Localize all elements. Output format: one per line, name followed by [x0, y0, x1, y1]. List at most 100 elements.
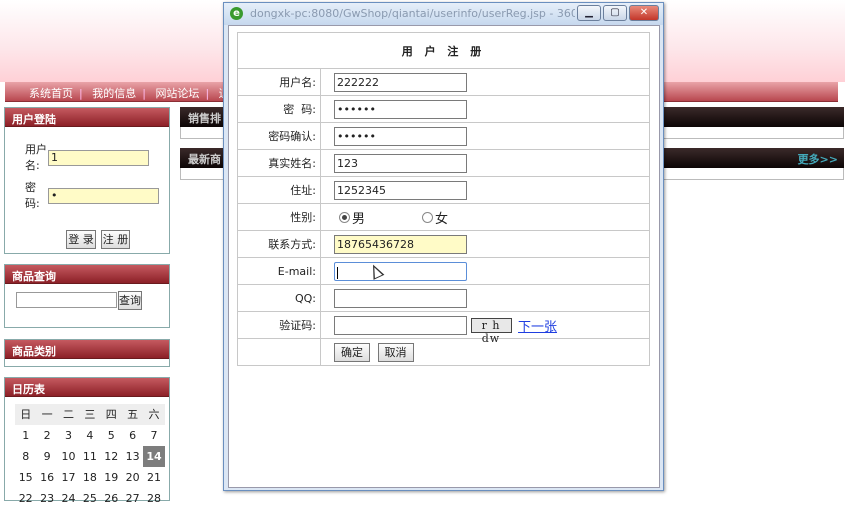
login-panel: 用户登陆 用户名: 1 密码: • 登 录 注 册: [4, 107, 170, 254]
nav-separator: |: [79, 87, 83, 100]
calendar-weekday: 三: [79, 404, 101, 425]
calendar-day[interactable]: 5: [101, 425, 122, 446]
calendar-day[interactable]: 26: [101, 488, 122, 509]
minimize-button[interactable]: ▁: [577, 5, 601, 21]
calendar-panel: 日历表 日一二三四五六 1 2 3 4 5 6 7 8 9 10 11 12 13 14 15 16 17 18 19…: [4, 377, 170, 505]
calendar-day[interactable]: 25: [79, 488, 100, 509]
popup-title: dongxk-pc:8080/GwShop/qiantai/userinfo/u…: [250, 7, 575, 20]
qq-label: QQ:: [237, 284, 321, 312]
realname-input[interactable]: 123: [334, 153, 467, 173]
calendar-weekday: 四: [100, 404, 122, 425]
register-popup-window: e dongxk-pc:8080/GwShop/qiantai/userinfo…: [223, 2, 664, 491]
sales-ranking-title: 销售排: [188, 112, 221, 125]
realname-label: 真实姓名:: [237, 149, 321, 177]
qq-input[interactable]: [334, 288, 467, 308]
category-panel-title: 商品类别: [5, 340, 169, 359]
register-form: 用 户 注 册 用户名: 222222 密 码: •••••• 密码确认: ••…: [237, 32, 650, 366]
calendar-day[interactable]: 20: [122, 467, 143, 488]
calendar-day[interactable]: 27: [122, 488, 143, 509]
calendar-day[interactable]: 11: [79, 446, 100, 467]
calendar-day[interactable]: 2: [36, 425, 57, 446]
popup-titlebar[interactable]: e dongxk-pc:8080/GwShop/qiantai/userinfo…: [224, 3, 663, 25]
login-panel-title: 用户登陆: [5, 108, 169, 127]
calendar-day-today[interactable]: 14: [143, 446, 165, 467]
address-label: 住址:: [237, 176, 321, 204]
email-label: E-mail:: [237, 257, 321, 285]
captcha-label: 验证码:: [237, 311, 321, 339]
calendar-day[interactable]: 19: [101, 467, 122, 488]
nav-home[interactable]: 系统首页: [29, 87, 73, 100]
search-panel: 商品查询 查询: [4, 264, 170, 328]
calendar-week-row: 8 9 10 11 12 13 14: [15, 446, 165, 467]
calendar-weekday: 六: [143, 404, 165, 425]
calendar-day[interactable]: 22: [15, 488, 36, 509]
search-panel-title: 商品查询: [5, 265, 169, 284]
calendar-day[interactable]: 23: [36, 488, 57, 509]
calendar-day[interactable]: 8: [15, 446, 36, 467]
username-label: 用户名:: [237, 68, 321, 96]
login-password-input[interactable]: •: [48, 188, 159, 204]
calendar-day[interactable]: 3: [58, 425, 79, 446]
register-button[interactable]: 注 册: [101, 230, 130, 249]
close-button[interactable]: ✕: [629, 5, 659, 21]
maximize-button[interactable]: ▢: [603, 5, 627, 21]
calendar-grid: 日一二三四五六 1 2 3 4 5 6 7 8 9 10 11 12 13 14 15 16 17 18 19 20 21…: [15, 404, 165, 509]
calendar-day[interactable]: 6: [122, 425, 143, 446]
calendar-day[interactable]: 15: [15, 467, 36, 488]
gender-male-label: 男: [352, 211, 366, 227]
nav-forum[interactable]: 网站论坛: [155, 87, 199, 100]
calendar-week-row: 15 16 17 18 19 20 21: [15, 467, 165, 488]
phone-label: 联系方式:: [237, 230, 321, 258]
calendar-day[interactable]: 9: [36, 446, 57, 467]
newest-products-title: 最新商: [188, 153, 221, 166]
password-confirm-input[interactable]: ••••••: [334, 126, 467, 146]
product-search-input[interactable]: [16, 292, 117, 308]
password-confirm-label: 密码确认:: [237, 122, 321, 150]
calendar-day[interactable]: 17: [58, 467, 79, 488]
login-username-label: 用户名:: [25, 143, 47, 172]
login-button[interactable]: 登 录: [66, 230, 96, 249]
phone-input[interactable]: 18765436728: [334, 234, 467, 254]
calendar-day[interactable]: 4: [79, 425, 100, 446]
captcha-image[interactable]: r h dw: [470, 317, 512, 345]
login-username-input[interactable]: 1: [48, 150, 149, 166]
calendar-weekday: 日: [15, 404, 37, 425]
gender-female-radio[interactable]: [422, 211, 434, 223]
password-input[interactable]: ••••••: [334, 99, 467, 119]
calendar-day[interactable]: 12: [101, 446, 122, 467]
gender-male-radio[interactable]: [339, 211, 350, 223]
captcha-refresh-link[interactable]: 下一张: [518, 320, 557, 335]
address-input[interactable]: 1252345: [334, 180, 467, 200]
calendar-day[interactable]: 16: [36, 467, 57, 488]
more-link[interactable]: 更多>>: [798, 151, 838, 167]
calendar-weekday: 五: [121, 404, 144, 425]
calendar-day[interactable]: 7: [143, 425, 164, 446]
product-search-button[interactable]: 查询: [118, 291, 142, 310]
captcha-input[interactable]: [334, 315, 467, 335]
text-caret: [337, 266, 338, 279]
submit-button[interactable]: 确定: [334, 342, 370, 362]
calendar-day[interactable]: 28: [143, 488, 164, 509]
gender-female-label: 女: [435, 211, 449, 227]
calendar-week-row: 22 23 24 25 26 27 28: [15, 488, 165, 509]
nav-separator: |: [205, 87, 210, 100]
calendar-day[interactable]: 18: [79, 467, 100, 488]
calendar-day[interactable]: 21: [143, 467, 164, 488]
form-title: 用 户 注 册: [237, 32, 650, 69]
calendar-day[interactable]: 10: [58, 446, 79, 467]
cancel-button[interactable]: 取消: [377, 342, 414, 362]
email-input[interactable]: [334, 261, 467, 281]
calendar-day[interactable]: 1: [15, 425, 36, 446]
button-row-spacer: [237, 338, 321, 366]
nav-my-info[interactable]: 我的信息: [92, 87, 136, 100]
password-label: 密 码:: [237, 95, 321, 123]
calendar-day[interactable]: 24: [58, 488, 79, 509]
ie-icon: e: [230, 7, 243, 20]
username-input[interactable]: 222222: [334, 72, 467, 92]
calendar-week-row: 1234567: [15, 425, 165, 446]
popup-client-area: 用 户 注 册 用户名: 222222 密 码: •••••• 密码确认: ••…: [228, 25, 660, 488]
calendar-weekday: 二: [57, 404, 80, 425]
calendar-day[interactable]: 13: [122, 446, 143, 467]
gender-label: 性别:: [237, 203, 321, 231]
nav-separator: |: [142, 87, 146, 100]
